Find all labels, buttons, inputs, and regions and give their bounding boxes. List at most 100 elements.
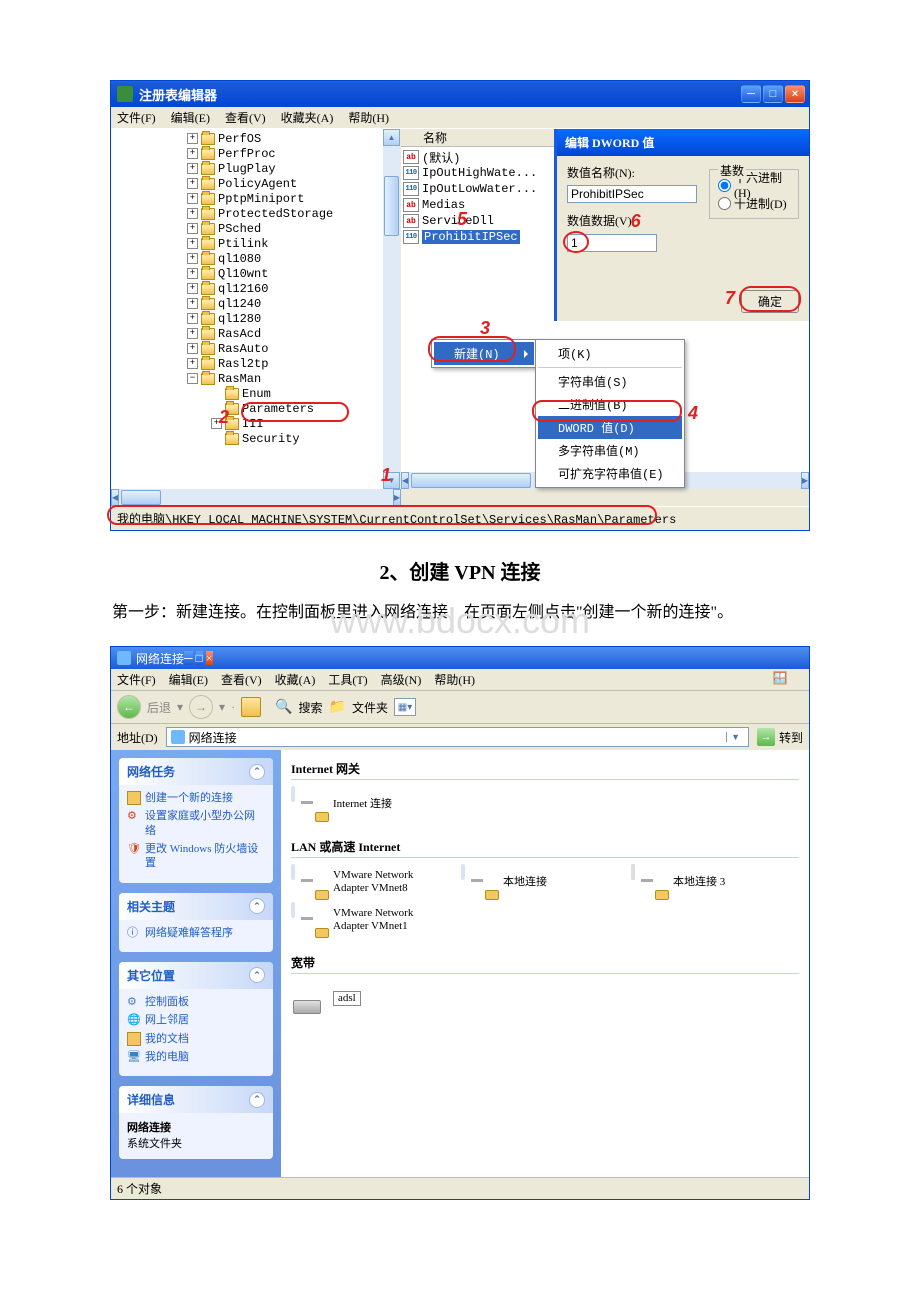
expander-icon[interactable]: +	[187, 358, 198, 369]
folders-label[interactable]: 文件夹	[352, 699, 388, 716]
other-neighborhood[interactable]: 🌐 网上邻居	[127, 1013, 265, 1027]
scroll-down-button[interactable]: ▼	[383, 472, 400, 489]
new-dword-item[interactable]: DWORD 值(D)	[538, 416, 682, 439]
expander-icon[interactable]: +	[187, 178, 198, 189]
scroll-right-button[interactable]: ▶	[801, 472, 809, 489]
radio-dec[interactable]	[718, 197, 731, 210]
ok-button[interactable]: 确定	[741, 290, 799, 313]
task-new-connection[interactable]: 创建一个新的连接	[127, 791, 265, 805]
expander-icon[interactable]: +	[187, 193, 198, 204]
new-menu-item[interactable]: 新建(N)	[434, 342, 534, 365]
expander-icon[interactable]: +	[211, 418, 222, 429]
expander-icon[interactable]: +	[187, 253, 198, 264]
nc-menu-edit[interactable]: 编辑(E)	[169, 673, 208, 687]
expander-icon[interactable]: +	[187, 298, 198, 309]
tree-node[interactable]: +Rasl2tp	[115, 356, 383, 371]
new-multistring-item[interactable]: 多字符串值(M)	[538, 439, 682, 462]
expander-icon[interactable]: +	[187, 148, 198, 159]
menu-file[interactable]: 文件(F)	[117, 111, 156, 125]
tree-scroll-left[interactable]: ◀	[111, 489, 119, 506]
nc-menu-view[interactable]: 查看(V)	[221, 673, 262, 687]
menu-favorites[interactable]: 收藏夹(A)	[281, 111, 334, 125]
new-key-item[interactable]: 项(K)	[538, 342, 682, 365]
tree-node[interactable]: +ql12160	[115, 281, 383, 296]
search-label[interactable]: 搜索	[299, 699, 323, 716]
expander-icon[interactable]: +	[187, 313, 198, 324]
expander-icon[interactable]: +	[187, 283, 198, 294]
tree-node[interactable]: +ql1280	[115, 311, 383, 326]
collapse-icon-3[interactable]: ⌃	[249, 967, 265, 983]
close-button[interactable]: ×	[785, 85, 805, 103]
expander-icon[interactable]: +	[187, 343, 198, 354]
new-binary-item[interactable]: 二进制值(B)	[538, 393, 682, 416]
nc-menu-file[interactable]: 文件(F)	[117, 673, 156, 687]
connection-item[interactable]: 本地连接	[461, 866, 611, 898]
up-icon[interactable]	[241, 697, 261, 717]
collapse-icon-2[interactable]: ⌃	[249, 898, 265, 914]
go-button[interactable]: →	[757, 728, 775, 746]
maximize-button[interactable]: □	[763, 85, 783, 103]
tree-node[interactable]: Parameters	[115, 401, 383, 416]
connection-item[interactable]: VMware Network Adapter VMnet8	[291, 866, 441, 898]
related-troubleshoot[interactable]: ⓘ 网络疑难解答程序	[127, 926, 265, 940]
connection-item[interactable]: adsl	[291, 982, 441, 1014]
other-controlpanel[interactable]: ⚙ 控制面板	[127, 995, 265, 1009]
collapse-icon-4[interactable]: ⌃	[249, 1092, 265, 1108]
tree-node[interactable]: +ql1080	[115, 251, 383, 266]
address-input[interactable]: 网络连接 ▼	[166, 727, 749, 747]
tree-node[interactable]: +PSched	[115, 221, 383, 236]
tree-node[interactable]: +PerfProc	[115, 146, 383, 161]
new-string-item[interactable]: 字符串值(S)	[538, 370, 682, 393]
forward-button[interactable]: →	[189, 695, 213, 719]
menu-view[interactable]: 查看(V)	[225, 111, 266, 125]
expander-icon[interactable]: +	[187, 238, 198, 249]
nc-close-button[interactable]: ×	[206, 651, 213, 665]
expander-icon[interactable]: +	[187, 163, 198, 174]
back-button[interactable]: ←	[117, 695, 141, 719]
tree-node[interactable]: +ProtectedStorage	[115, 206, 383, 221]
tree-node[interactable]: +PlugPlay	[115, 161, 383, 176]
new-expandstring-item[interactable]: 可扩充字符串值(E)	[538, 462, 682, 485]
expander-icon[interactable]: +	[187, 223, 198, 234]
scroll-up-button[interactable]: ▲	[383, 129, 400, 146]
other-documents[interactable]: 我的文档	[127, 1032, 265, 1046]
task-firewall[interactable]: 🛡 更改 Windows 防火墙设置	[127, 842, 265, 871]
menu-help[interactable]: 帮助(H)	[348, 111, 389, 125]
nc-menu-help[interactable]: 帮助(H)	[434, 673, 475, 687]
tree-node[interactable]: +Ptilink	[115, 236, 383, 251]
tree-node[interactable]: −RasMan	[115, 371, 383, 386]
tree-node[interactable]: Security	[115, 431, 383, 446]
nc-menu-tools[interactable]: 工具(T)	[328, 673, 367, 687]
views-button[interactable]: ▦▾	[394, 698, 416, 716]
tree-node[interactable]: +III	[115, 416, 383, 431]
nc-maximize-button[interactable]: □	[196, 651, 203, 665]
expander-icon[interactable]: +	[187, 328, 198, 339]
scroll-left-button[interactable]: ◀	[401, 472, 409, 489]
nc-minimize-button[interactable]: ─	[184, 651, 193, 665]
expander-icon[interactable]: +	[187, 133, 198, 144]
connection-item[interactable]: VMware Network Adapter VMnet1	[291, 904, 441, 936]
tree-scroll-right[interactable]: ▶	[393, 489, 401, 506]
tree-node[interactable]: +PptpMiniport	[115, 191, 383, 206]
dword-data-input[interactable]	[567, 234, 657, 252]
tree-node[interactable]: +PolicyAgent	[115, 176, 383, 191]
expander-icon[interactable]: +	[187, 208, 198, 219]
folders-icon[interactable]: 📁	[329, 699, 346, 716]
other-mycomputer[interactable]: 🖥 我的电脑	[127, 1050, 265, 1064]
tree-scrollbar[interactable]: ▲ ▼	[383, 129, 400, 489]
collapse-icon[interactable]: ⌃	[249, 764, 265, 780]
address-dropdown-icon[interactable]: ▼	[726, 732, 744, 742]
tree-node[interactable]: +RasAcd	[115, 326, 383, 341]
tree-node[interactable]: +Ql10wnt	[115, 266, 383, 281]
connection-item[interactable]: 本地连接 3	[631, 866, 781, 898]
nc-menu-adv[interactable]: 高级(N)	[381, 673, 422, 687]
search-icon[interactable]: 🔍	[275, 699, 292, 716]
expander-icon[interactable]: +	[187, 268, 198, 279]
tree-content[interactable]: +PerfOS+PerfProc+PlugPlay+PolicyAgent+Pp…	[111, 129, 383, 489]
tree-h-scrollbar[interactable]: ◀ ▶	[111, 489, 401, 506]
connection-item[interactable]: Internet 连接	[291, 788, 441, 820]
expander-icon[interactable]: −	[187, 373, 198, 384]
task-home-network[interactable]: ⚙ 设置家庭或小型办公网络	[127, 809, 265, 838]
tree-node[interactable]: +RasAuto	[115, 341, 383, 356]
tree-node[interactable]: +PerfOS	[115, 131, 383, 146]
